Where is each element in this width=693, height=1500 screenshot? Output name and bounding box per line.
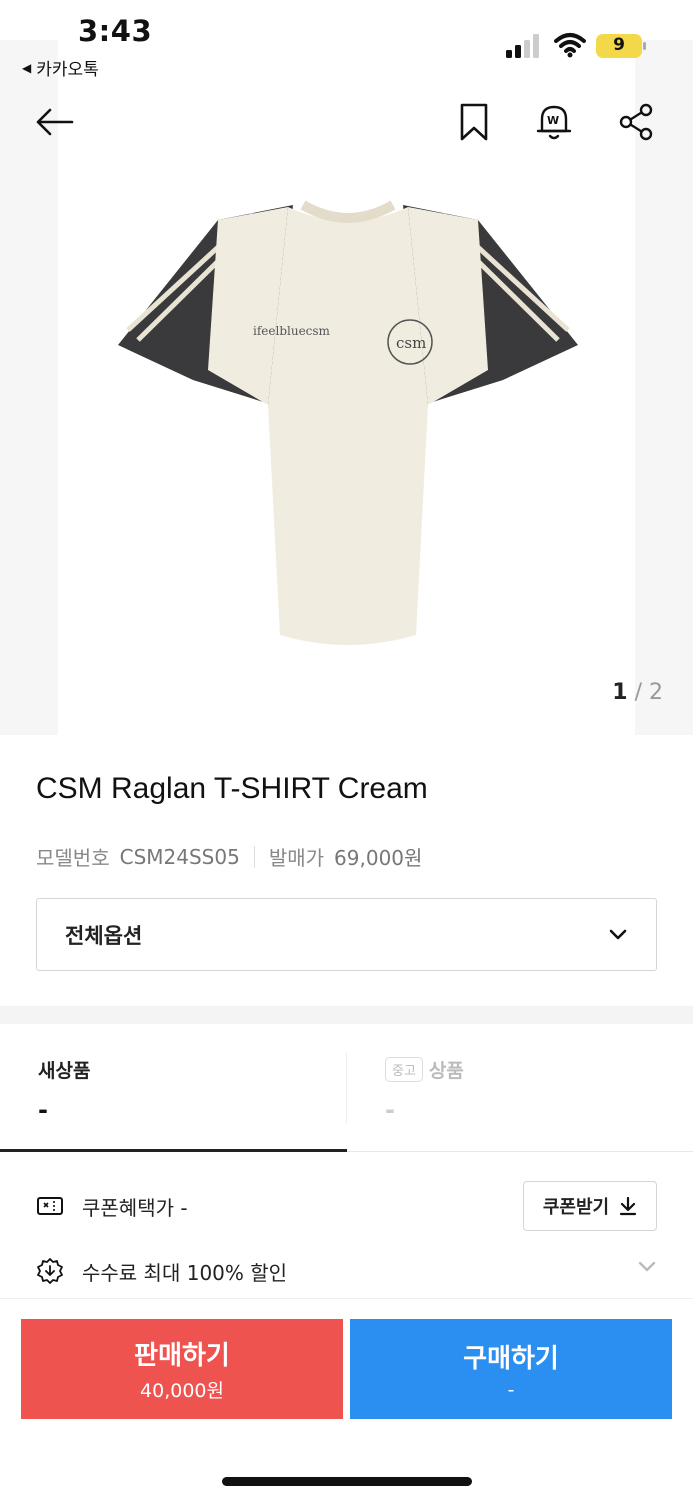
tab-new-product[interactable]: 새상품 - [0,1024,346,1152]
bookmark-icon [460,103,488,141]
tab-new-price: - [38,1096,48,1124]
svg-text:W: W [547,114,559,127]
tab-used-title: 상품 [428,1060,464,1082]
product-meta: 모델번호 CSM24SS05 발매가 69,000원 [36,842,422,871]
chevron-down-icon [609,929,627,939]
back-app-label: 카카오톡 [36,60,99,80]
sell-button-label: 판매하기 [134,1341,230,1371]
buy-button-price: - [507,1378,515,1401]
shirt-logo-text: ifeelbluecsm [253,324,331,338]
gallery-total-pages: 2 [649,680,663,705]
used-badge: 중고 [385,1057,423,1082]
product-image: ifeelbluecsm csm [118,200,578,645]
model-label: 모델번호 [36,846,110,870]
status-bar: 3:43 ◀ 카카오톡 9 [0,0,693,90]
chevron-down-icon [638,1261,656,1272]
share-button[interactable] [614,100,658,144]
condition-tabs: 새상품 - 중고 상품 - [0,1024,693,1152]
coupon-icon [37,1197,63,1215]
battery-level: 9 [613,35,625,55]
product-title: CSM Raglan T-SHIRT Cream [36,772,428,805]
cellular-signal-icon [506,34,539,58]
coupon-price-text: 쿠폰혜택가 - [82,1195,188,1220]
tab-used-product[interactable]: 중고 상품 - [347,1024,693,1152]
product-gallery[interactable]: ifeelbluecsm csm 1 / 2 [0,40,693,735]
active-tab-indicator [0,1149,347,1152]
release-price-value: 69,000원 [334,846,423,870]
gallery-current-page: 1 [612,680,628,705]
get-coupon-button[interactable]: 쿠폰받기 [523,1181,657,1231]
download-icon [620,1196,637,1216]
price-alert-button[interactable]: W [532,100,576,144]
status-time: 3:43 [78,14,153,48]
tab-new-title: 새상품 [38,1060,91,1082]
back-triangle-icon: ◀ [22,60,32,75]
share-icon [619,103,653,141]
meta-divider [253,845,255,868]
model-value: CSM24SS05 [119,844,240,869]
option-select-label: 전체옵션 [65,923,143,948]
fee-discount-row[interactable]: 수수료 최대 100% 할인 [36,1250,657,1292]
back-button[interactable] [32,100,76,144]
battery-icon: 9 [596,34,646,58]
coupon-row: 쿠폰혜택가 - 쿠폰받기 [36,1180,657,1232]
gallery-page-indicator: 1 / 2 [612,680,663,705]
back-to-app-link[interactable]: ◀ 카카오톡 [22,55,99,80]
discount-badge-icon [37,1258,63,1284]
get-coupon-label: 쿠폰받기 [542,1197,610,1218]
section-divider [0,1006,693,1024]
arrow-left-icon [36,108,74,136]
buy-button[interactable]: 구매하기 - [350,1319,672,1419]
bookmark-button[interactable] [452,100,496,144]
tab-used-title-wrap: 중고 상품 [385,1056,464,1083]
home-indicator[interactable] [222,1477,472,1486]
price-alert-bell-icon: W [536,105,572,140]
gallery-page-separator: / [634,680,642,705]
sell-button[interactable]: 판매하기 40,000원 [21,1319,343,1419]
option-select[interactable]: 전체옵션 [36,898,657,971]
sell-button-price: 40,000원 [140,1380,224,1402]
wifi-icon [554,33,586,58]
buy-button-label: 구매하기 [463,1343,559,1374]
tab-used-price: - [385,1096,395,1124]
fee-discount-text: 수수료 최대 100% 할인 [82,1260,288,1285]
bottom-action-bar: 판매하기 40,000원 구매하기 - [0,1298,693,1500]
release-price-label: 발매가 [268,846,325,870]
shirt-badge-text: csm [396,334,426,352]
